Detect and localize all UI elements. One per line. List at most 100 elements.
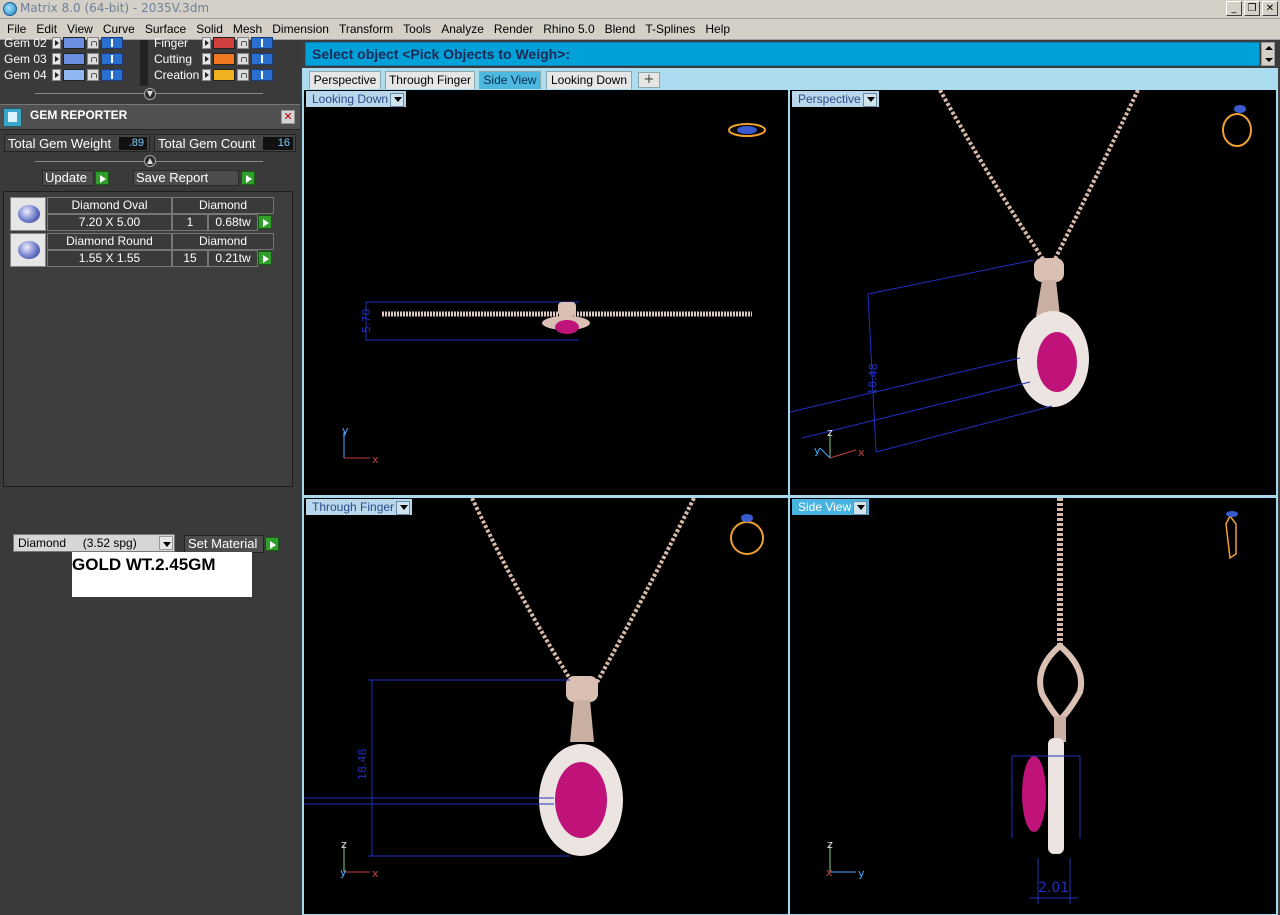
- viewport-label-through-finger[interactable]: Through Finger: [306, 499, 413, 515]
- layer-row-gem-02[interactable]: Gem 02: [0, 35, 123, 51]
- gem-count: 15: [172, 250, 208, 267]
- viewport-label-text: Side View: [798, 500, 852, 514]
- tab-looking-down[interactable]: Looking Down: [546, 71, 632, 89]
- tab-through-finger[interactable]: Through Finger: [385, 71, 475, 89]
- chevron-down-icon[interactable]: [159, 536, 173, 550]
- chain-right-strand: [594, 498, 696, 685]
- through-finger-canvas: 18.48 z x y: [304, 498, 764, 880]
- viewport-label-text: Through Finger: [312, 500, 395, 514]
- visibility-icon[interactable]: [101, 69, 123, 81]
- layer-expand-icon[interactable]: [202, 53, 211, 65]
- view-cube-icon[interactable]: [1222, 105, 1252, 147]
- dimension-line: [801, 381, 1031, 439]
- view-cube-icon[interactable]: [1225, 511, 1238, 560]
- layer-row-finger[interactable]: Finger: [150, 35, 273, 51]
- visibility-icon[interactable]: [251, 69, 273, 81]
- close-icon[interactable]: ✕: [281, 110, 295, 124]
- close-button[interactable]: ✕: [1262, 1, 1278, 16]
- dimension-value: 5.70: [360, 309, 373, 334]
- collapse-toggle-icon[interactable]: ▼: [144, 88, 156, 100]
- menu-transform[interactable]: Transform: [334, 19, 398, 40]
- layer-row-gem-04[interactable]: Gem 04: [0, 67, 123, 83]
- layer-expand-icon[interactable]: [52, 69, 61, 81]
- visibility-icon[interactable]: [251, 53, 273, 65]
- view-cube-icon[interactable]: [730, 514, 764, 555]
- add-tab-button[interactable]: +: [638, 72, 660, 88]
- update-go-icon[interactable]: [95, 171, 109, 185]
- menu-render[interactable]: Render: [489, 19, 538, 40]
- save-report-go-icon[interactable]: [241, 171, 255, 185]
- viewport-label-side-view[interactable]: Side View: [792, 499, 870, 515]
- gem-go-icon[interactable]: [258, 215, 272, 229]
- view-cube-icon[interactable]: [728, 123, 766, 137]
- lock-icon[interactable]: [87, 37, 99, 49]
- material-select[interactable]: Diamond (3.52 spg): [13, 534, 175, 552]
- axis-z-label: z: [827, 426, 833, 439]
- viewport-through-finger[interactable]: 18.48 z x y Through Finger: [304, 498, 788, 914]
- command-scrollbar[interactable]: [1261, 42, 1275, 66]
- viewport-label-text: Perspective: [798, 92, 861, 106]
- layer-color-swatch[interactable]: [63, 53, 85, 65]
- menu-dimension[interactable]: Dimension: [267, 19, 334, 40]
- layer-divider: [140, 40, 148, 86]
- viewport-label-looking-down[interactable]: Looking Down: [306, 91, 407, 107]
- chevron-down-icon[interactable]: [400, 505, 409, 510]
- menu-rhino[interactable]: Rhino 5.0: [538, 19, 599, 40]
- save-report-button[interactable]: Save Report: [133, 170, 239, 186]
- viewport-looking-down[interactable]: 5.70 y x Looking Down: [304, 90, 788, 495]
- set-material-button[interactable]: Set Material: [184, 535, 264, 553]
- viewport-label-perspective[interactable]: Perspective: [792, 91, 879, 107]
- layer-color-swatch[interactable]: [63, 69, 85, 81]
- dimension-line: [790, 357, 1021, 413]
- collapse-toggle-icon[interactable]: ▲: [144, 155, 156, 167]
- gem-size: 7.20 X 5.00: [47, 214, 172, 231]
- chain-left-strand: [938, 90, 1047, 264]
- axis-y-label: y: [858, 867, 865, 880]
- chevron-down-icon[interactable]: [394, 97, 403, 102]
- layer-expand-icon[interactable]: [52, 37, 61, 49]
- menu-help[interactable]: Help: [700, 19, 735, 40]
- viewport-side-view[interactable]: 2.01 z y x Side View: [790, 498, 1276, 914]
- gem-go-icon[interactable]: [258, 251, 272, 265]
- dimension-value: 2.01: [1038, 880, 1069, 896]
- layer-expand-icon[interactable]: [52, 53, 61, 65]
- list-item[interactable]: Diamond Round Diamond 1.55 X 1.55 15 0.2…: [10, 233, 274, 267]
- layer-row-gem-03[interactable]: Gem 03: [0, 51, 123, 67]
- visibility-icon[interactable]: [101, 37, 123, 49]
- layer-manager: Gem 02 Gem 03 Gem 04 Finger Cutting Crea…: [0, 36, 300, 86]
- layer-color-swatch[interactable]: [63, 37, 85, 49]
- gem-reporter-header: GEM REPORTER ✕: [0, 104, 300, 130]
- set-material-go-icon[interactable]: [265, 537, 279, 551]
- layer-expand-icon[interactable]: [202, 37, 211, 49]
- layer-color-swatch[interactable]: [213, 69, 235, 81]
- tab-perspective[interactable]: Perspective: [309, 71, 381, 89]
- layer-row-cutting[interactable]: Cutting: [150, 51, 273, 67]
- viewport-perspective[interactable]: 18.48 z x y Perspective: [790, 90, 1276, 495]
- lock-icon[interactable]: [237, 53, 249, 65]
- pendant-stem: [1036, 280, 1060, 316]
- layer-color-swatch[interactable]: [213, 53, 235, 65]
- list-item[interactable]: Diamond Oval Diamond 7.20 X 5.00 1 0.68t…: [10, 197, 274, 231]
- command-prompt-bar[interactable]: Select object <Pick Objects to Weigh>:: [305, 42, 1260, 66]
- layer-color-swatch[interactable]: [213, 37, 235, 49]
- chevron-down-icon[interactable]: [866, 97, 875, 102]
- visibility-icon[interactable]: [251, 37, 273, 49]
- lock-icon[interactable]: [87, 53, 99, 65]
- menu-tsplines[interactable]: T-Splines: [640, 19, 700, 40]
- visibility-icon[interactable]: [101, 53, 123, 65]
- oval-gem-icon: [10, 197, 46, 231]
- restore-button[interactable]: ❐: [1244, 1, 1260, 16]
- lock-icon[interactable]: [237, 69, 249, 81]
- minimize-button[interactable]: _: [1226, 1, 1242, 16]
- chevron-down-icon[interactable]: [857, 505, 866, 510]
- menu-blend[interactable]: Blend: [600, 19, 641, 40]
- menu-tools[interactable]: Tools: [398, 19, 436, 40]
- chain-right-strand: [1050, 90, 1140, 266]
- menu-analyze[interactable]: Analyze: [436, 19, 489, 40]
- update-button[interactable]: Update: [42, 170, 94, 186]
- tab-side-view[interactable]: Side View: [479, 71, 541, 89]
- layer-row-creation[interactable]: Creation: [150, 67, 273, 83]
- lock-icon[interactable]: [87, 69, 99, 81]
- lock-icon[interactable]: [237, 37, 249, 49]
- layer-expand-icon[interactable]: [202, 69, 211, 81]
